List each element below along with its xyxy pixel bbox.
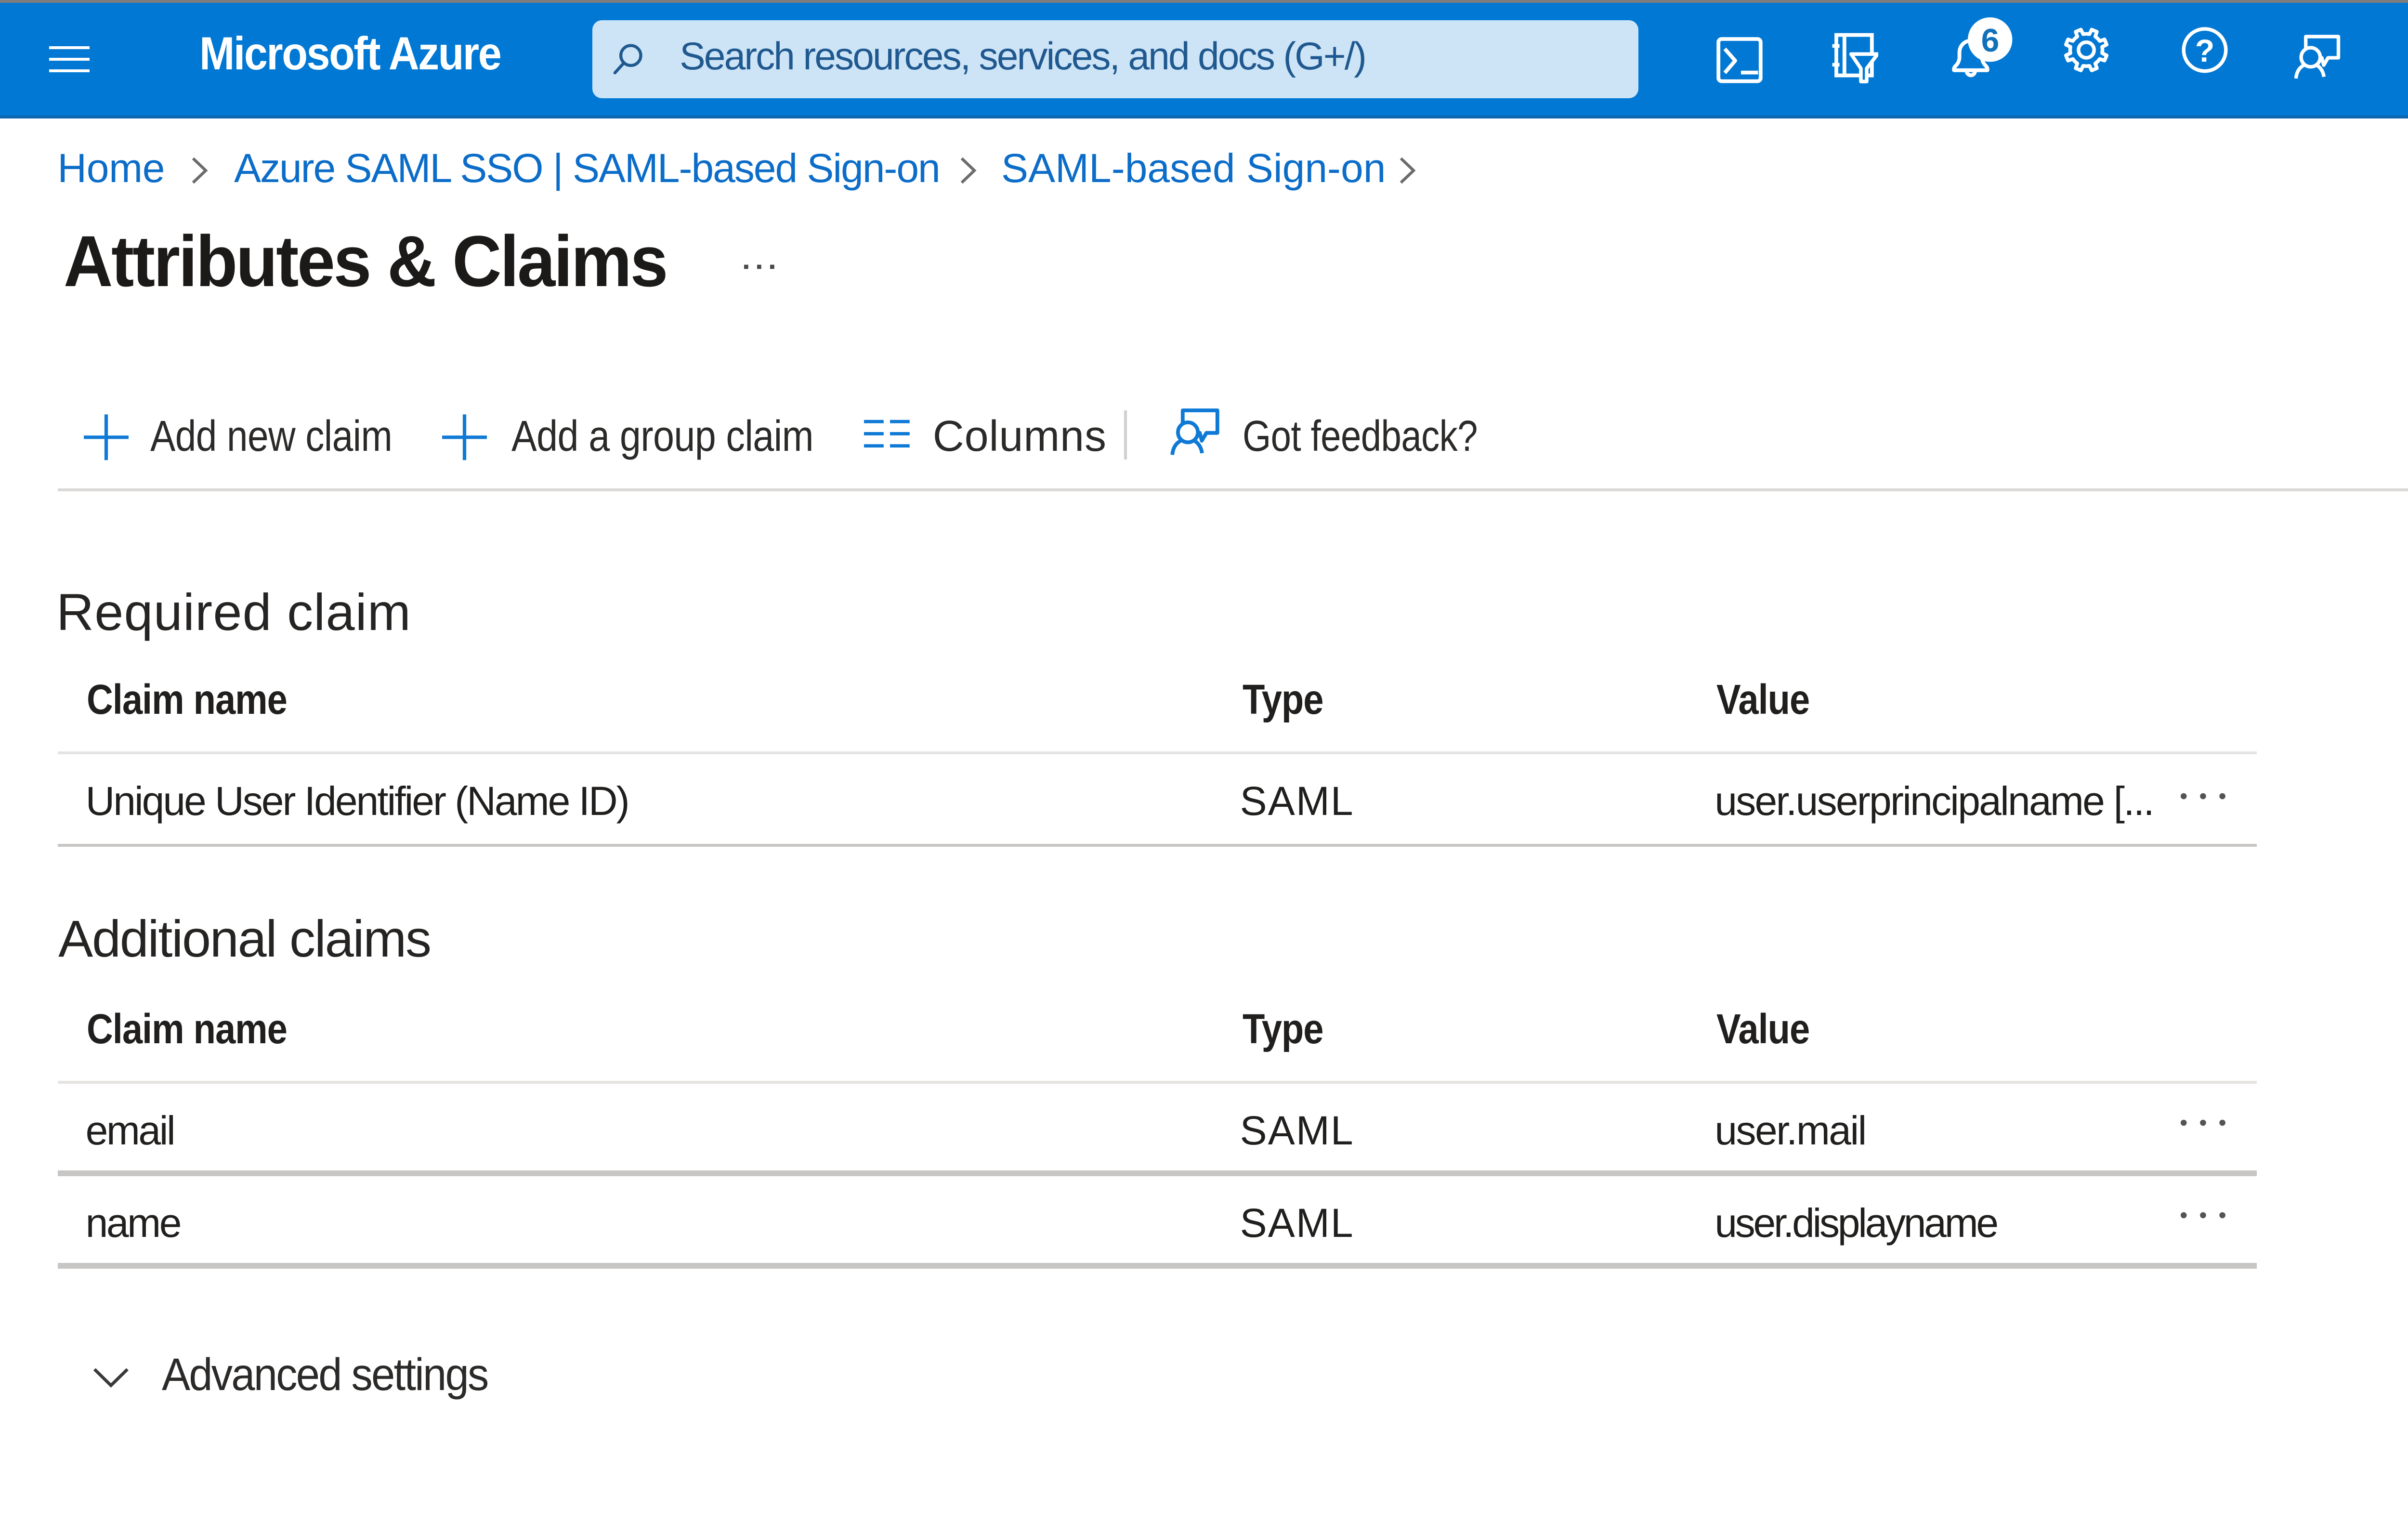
svg-text:6: 6	[1980, 22, 1999, 58]
svg-text:?: ?	[2194, 33, 2213, 69]
